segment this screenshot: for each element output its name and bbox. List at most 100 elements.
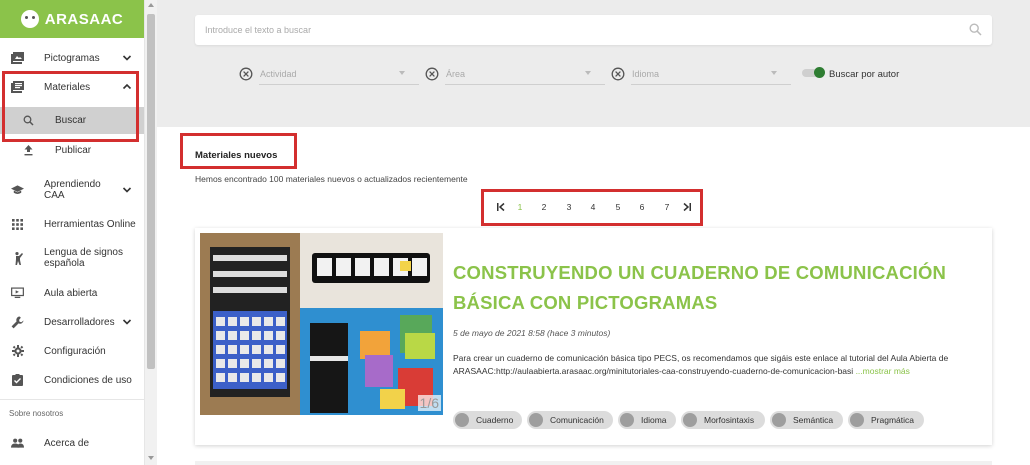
graduation-icon — [850, 413, 864, 427]
graduation-icon — [683, 413, 697, 427]
sidebar-item-label: Condiciones de uso — [44, 374, 132, 386]
first-page-icon[interactable] — [496, 202, 506, 212]
gear-icon — [11, 345, 24, 358]
search-box — [195, 15, 992, 45]
clear-circle-icon[interactable] — [611, 67, 625, 81]
person-sign-icon — [11, 251, 24, 265]
filter-area[interactable]: Área — [425, 66, 605, 85]
next-material-card[interactable] — [195, 461, 992, 465]
sidebar-item-label: Acerca de — [44, 437, 90, 449]
page-4[interactable]: 4 — [588, 202, 598, 212]
apps-icon — [11, 218, 24, 231]
tag-label: Pragmática — [871, 415, 914, 425]
dropdown-arrow-icon — [771, 71, 777, 75]
check-clipboard-icon — [11, 374, 24, 387]
sidebar: ARASAAC Pictogramas Materiales Buscar Pu… — [0, 0, 145, 465]
material-description: Para crear un cuaderno de comunicación b… — [453, 352, 978, 377]
tag-chip[interactable]: Pragmática — [848, 411, 924, 429]
clear-circle-icon[interactable] — [425, 67, 439, 81]
tag-label: Idioma — [641, 415, 667, 425]
search-input[interactable] — [205, 15, 945, 45]
section-label-sobre-nosotros: Sobre nosotros — [9, 409, 64, 418]
dropdown-arrow-icon — [585, 71, 591, 75]
sidebar-item-herramientas-online[interactable]: Herramientas Online — [0, 213, 144, 235]
filter-label: Área — [446, 69, 466, 79]
search-icon[interactable] — [969, 23, 982, 36]
wrench-icon — [11, 316, 24, 329]
logo[interactable]: ARASAAC — [0, 0, 144, 38]
sidebar-item-publicar[interactable]: Publicar — [0, 139, 144, 161]
page-3[interactable]: 3 — [564, 202, 574, 212]
tag-label: Cuaderno — [476, 415, 514, 425]
sidebar-item-configuracion[interactable]: Configuración — [0, 340, 144, 362]
tag-chip[interactable]: Idioma — [618, 411, 676, 429]
page-6[interactable]: 6 — [637, 202, 647, 212]
filter-idioma[interactable]: Idioma — [611, 66, 791, 85]
graduation-icon — [620, 413, 634, 427]
material-photo — [200, 233, 443, 415]
screen-icon — [11, 287, 24, 300]
highlight-box-materiales — [2, 71, 139, 142]
tag-chip[interactable]: Morfosintaxis — [681, 411, 765, 429]
sidebar-item-condiciones-de-uso[interactable]: Condiciones de uso — [0, 369, 144, 391]
dropdown-arrow-icon — [399, 71, 405, 75]
filter-underline — [259, 84, 419, 85]
last-page-icon[interactable] — [682, 202, 692, 212]
scroll-down-arrow[interactable] — [148, 456, 154, 460]
tag-chip[interactable]: Cuaderno — [453, 411, 522, 429]
tag-chip[interactable]: Semántica — [770, 411, 843, 429]
sidebar-item-label: Configuración — [44, 345, 106, 357]
filter-underline — [631, 84, 791, 85]
scroll-up-arrow[interactable] — [148, 3, 154, 7]
material-image[interactable]: 1/6 — [200, 233, 443, 415]
chevron-down-icon[interactable] — [122, 317, 132, 327]
sidebar-item-label: Desarrolladores — [44, 316, 115, 328]
tag-chip[interactable]: Comunicación — [527, 411, 613, 429]
tag-icon — [455, 413, 469, 427]
scrollbar-thumb[interactable] — [147, 14, 155, 369]
results-count-text: Hemos encontrado 100 materiales nuevos o… — [195, 174, 468, 184]
app-root: ARASAAC Pictogramas Materiales Buscar Pu… — [0, 0, 1030, 465]
material-date: 5 de mayo de 2021 8:58 (hace 3 minutos) — [453, 328, 611, 338]
material-card[interactable]: 1/6 CONSTRUYENDO UN CUADERNO DE COMUNICA… — [195, 228, 992, 445]
page-1[interactable]: 1 — [515, 202, 525, 212]
sidebar-item-label: Lengua de signos española — [44, 247, 123, 269]
sidebar-item-pictogramas[interactable]: Pictogramas — [0, 47, 144, 69]
filter-label: Actividad — [260, 69, 297, 79]
logo-text: ARASAAC — [44, 10, 124, 28]
sidebar-scrollbar[interactable] — [145, 0, 157, 465]
author-toggle-label: Buscar por autor — [829, 69, 900, 80]
sidebar-item-aula-abierta[interactable]: Aula abierta — [0, 282, 144, 304]
page-5[interactable]: 5 — [613, 202, 623, 212]
tag-label: Comunicación — [550, 415, 604, 425]
image-icon — [11, 52, 24, 65]
sidebar-item-acerca-de[interactable]: Acerca de — [0, 432, 144, 454]
chevron-down-icon[interactable] — [122, 185, 132, 195]
search-panel: Actividad Área Idioma Buscar por aut — [157, 0, 1030, 127]
section-title: Materiales nuevos — [195, 150, 278, 161]
material-title[interactable]: CONSTRUYENDO UN CUADERNO DE COMUNICACIÓN… — [453, 258, 973, 318]
graduation-icon — [11, 184, 24, 197]
filter-label: Idioma — [632, 69, 660, 79]
tag-label: Semántica — [793, 415, 834, 425]
sidebar-item-label: Pictogramas — [44, 52, 100, 64]
author-toggle-switch[interactable] — [802, 67, 825, 78]
page-7[interactable]: 7 — [662, 202, 672, 212]
sidebar-item-label: Publicar — [55, 144, 92, 156]
sidebar-item-lengua-de-signos[interactable]: Lengua de signos española — [0, 245, 144, 271]
sidebar-item-aprendiendo-caa[interactable]: Aprendiendo CAA — [0, 177, 144, 203]
clear-circle-icon[interactable] — [239, 67, 253, 81]
tag-label: Morfosintaxis — [704, 415, 755, 425]
show-more-link[interactable]: ...mostrar más — [856, 366, 910, 376]
sidebar-item-label: Herramientas Online — [44, 218, 136, 230]
sidebar-item-desarrolladores[interactable]: Desarrolladores — [0, 311, 144, 333]
sidebar-divider — [0, 399, 144, 400]
filter-underline — [445, 84, 605, 85]
tag-icon — [529, 413, 543, 427]
toggle-knob — [814, 67, 825, 78]
upload-icon — [22, 144, 35, 157]
chevron-down-icon[interactable] — [122, 53, 132, 63]
filter-actividad[interactable]: Actividad — [239, 66, 419, 85]
page-2[interactable]: 2 — [539, 202, 549, 212]
image-counter: 1/6 — [417, 395, 441, 411]
